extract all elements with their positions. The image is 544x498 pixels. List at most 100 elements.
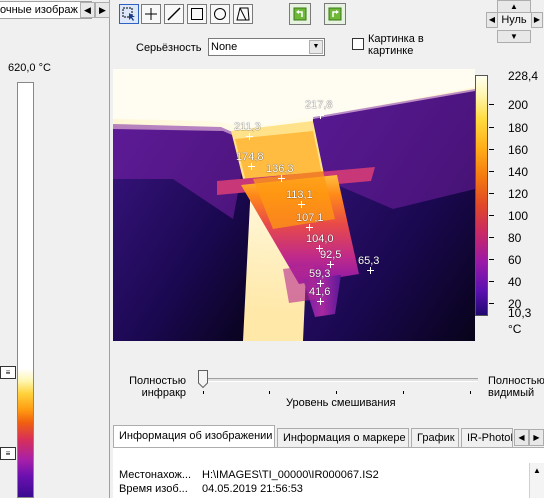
scale-tick — [489, 149, 494, 150]
spot-label: 217,8 — [305, 99, 333, 111]
scale-tick-label: 200 — [508, 98, 529, 112]
point-tool-button[interactable] — [141, 4, 161, 24]
blend-right-line2: видимый — [488, 387, 535, 399]
blend-left-label: Полностью инфракр — [128, 375, 186, 399]
info-scrollbar[interactable]: ▲ — [529, 463, 544, 498]
zoom-right-button[interactable]: ▶ — [531, 12, 543, 28]
crosshair-icon[interactable] — [317, 112, 324, 119]
scale-tick — [489, 303, 494, 304]
crosshair-icon — [145, 8, 157, 20]
zoom-value: Нуль — [501, 14, 527, 26]
tab-image-info[interactable]: Информация об изображении — [113, 425, 275, 448]
scale-max-label: 228,4 — [508, 69, 539, 83]
crosshair-icon[interactable] — [317, 298, 324, 305]
crosshair-icon[interactable] — [246, 133, 253, 140]
tab-ir-photonotes[interactable]: IR-PhotoN — [461, 428, 513, 448]
ellipse-icon — [214, 8, 226, 20]
crosshair-icon[interactable] — [278, 175, 285, 182]
spot-label: 41,6 — [309, 286, 331, 298]
rotate-left-icon — [293, 7, 307, 21]
scale-tick — [489, 259, 494, 260]
blend-slider-track[interactable] — [200, 378, 478, 382]
tab-scroll-left-button[interactable]: ◀ — [514, 429, 529, 446]
scale-tick-label: 140 — [508, 165, 529, 179]
info-key: Местонахож... — [119, 469, 192, 481]
scale-tick-label: 60 — [508, 253, 522, 267]
scale-tick-label: 80 — [508, 231, 522, 245]
scale-tick-label: 160 — [508, 143, 529, 157]
select-tool-button[interactable] — [119, 4, 139, 24]
picture-in-picture-checkbox[interactable] — [352, 38, 364, 50]
image-info-table: Местонахож... H:\IMAGES\TI_00000\IR00006… — [119, 469, 529, 497]
tab-label: График — [417, 432, 455, 444]
info-row: Время изоб... 04.05.2019 21:56:53 — [119, 483, 529, 497]
blend-slider-thumb[interactable] — [198, 370, 208, 388]
temperature-scale-bar — [475, 75, 488, 316]
scale-tick — [489, 215, 494, 216]
scale-tick — [489, 127, 494, 128]
crosshair-icon[interactable] — [248, 163, 255, 170]
severity-select[interactable]: None ▼ — [208, 38, 325, 56]
picture-in-picture-label: Картинка в картинке — [368, 33, 424, 57]
info-value: 04.05.2019 21:56:53 — [202, 483, 303, 495]
spot-label: 113,1 — [286, 189, 313, 201]
left-tab-images[interactable]: очные изображ — [0, 1, 92, 19]
spot-label: 174,8 — [236, 151, 264, 163]
left-color-scale — [17, 82, 34, 498]
scale-min-label: 10,3 — [508, 306, 532, 320]
line-tool-button[interactable] — [164, 4, 184, 24]
severity-label: Серьёзность — [136, 42, 202, 54]
tab-marker-info[interactable]: Информация о маркере — [277, 428, 409, 448]
scale-tick-label: 120 — [508, 187, 529, 201]
left-tab-scroll-left[interactable]: ◀ — [80, 2, 95, 18]
polygon-tool-button[interactable] — [233, 4, 253, 24]
rotate-right-icon — [328, 7, 342, 21]
scale-tick — [489, 281, 494, 282]
rectangle-tool-button[interactable] — [187, 4, 207, 24]
slider-tick — [403, 391, 404, 394]
left-scale-upper-marker[interactable]: ≡ — [0, 366, 16, 379]
tab-scroll-right-button[interactable]: ▶ — [529, 429, 544, 446]
blend-right-label: Полностью видимый — [488, 375, 544, 399]
left-tab-scroll-right[interactable]: ▶ — [95, 2, 110, 18]
spot-label: 136,3 — [266, 163, 294, 175]
rotate-right-button[interactable] — [324, 3, 346, 25]
zoom-down-button[interactable]: ▼ — [497, 30, 531, 43]
tab-label: Информация о маркере — [283, 432, 406, 444]
info-row: Местонахож... H:\IMAGES\TI_00000\IR00006… — [119, 469, 529, 483]
spot-label: 92,5 — [320, 249, 342, 261]
blend-caption: Уровень смешивания — [286, 397, 396, 409]
ellipse-tool-button[interactable] — [210, 4, 230, 24]
blend-left-line1: Полностью — [129, 375, 186, 387]
left-scale-lower-marker[interactable]: ≡ — [0, 447, 16, 460]
crosshair-icon[interactable] — [367, 267, 374, 274]
scale-unit-label: °C — [508, 322, 522, 336]
blend-left-line2: инфракр — [141, 387, 186, 399]
spot-label: 211,3 — [234, 121, 261, 133]
left-scale-max-label: 620,0 °C — [8, 62, 51, 74]
scroll-up-button[interactable]: ▲ — [530, 463, 544, 478]
crosshair-icon[interactable] — [327, 261, 334, 268]
info-key: Время изоб... — [119, 483, 188, 495]
polygon-icon — [236, 7, 250, 21]
info-value: H:\IMAGES\TI_00000\IR000067.IS2 — [202, 469, 379, 481]
tab-graph[interactable]: График — [411, 428, 459, 448]
select-tool-icon — [122, 7, 135, 21]
crosshair-icon[interactable] — [306, 224, 313, 231]
thermal-scene — [113, 69, 475, 341]
crosshair-icon[interactable] — [298, 201, 305, 208]
left-tab-label: очные изображ — [0, 4, 78, 16]
scale-tick-label: 40 — [508, 275, 522, 289]
severity-value: None — [211, 41, 238, 53]
slider-tick — [269, 391, 270, 394]
scale-tick — [489, 237, 494, 238]
chevron-down-icon[interactable]: ▼ — [309, 40, 323, 54]
thermal-image[interactable] — [113, 69, 475, 341]
scale-tick — [489, 171, 494, 172]
scale-tick-label: 100 — [508, 209, 529, 223]
spot-label: 65,3 — [358, 255, 380, 267]
rotate-left-button[interactable] — [289, 3, 311, 25]
slider-tick — [203, 391, 204, 394]
slider-tick — [336, 391, 337, 394]
spot-label: 59,3 — [309, 268, 331, 280]
